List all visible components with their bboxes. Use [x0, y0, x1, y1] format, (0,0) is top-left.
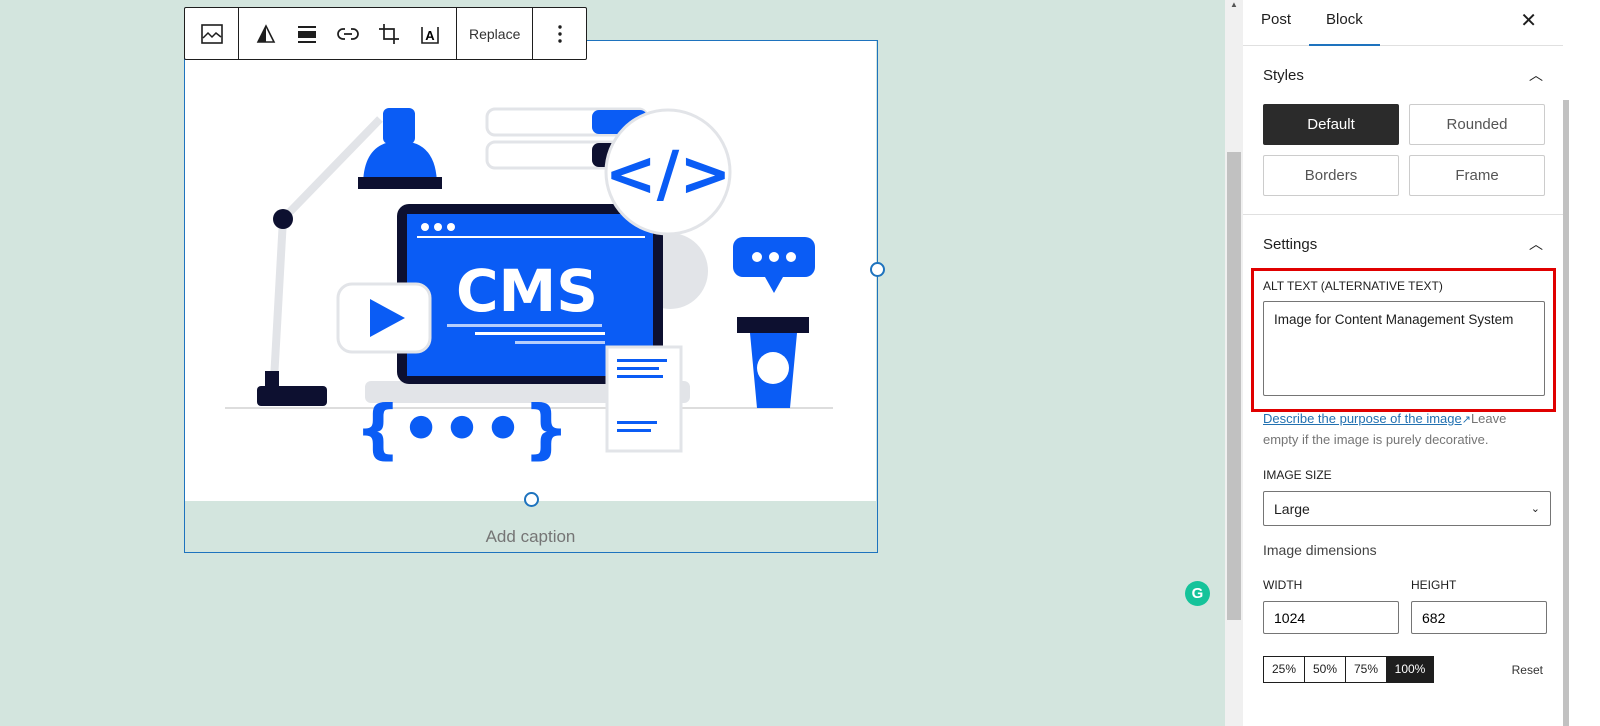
height-label: HEIGHT	[1411, 578, 1457, 592]
editor-canvas: CMS </> {•••} Add caption A Replace G	[0, 0, 1225, 726]
duotone-icon[interactable]	[245, 8, 286, 59]
align-icon[interactable]	[286, 8, 327, 59]
describe-purpose-link[interactable]: Describe the purpose of the image	[1263, 411, 1462, 426]
image-size-select[interactable]: Large ⌄	[1263, 491, 1551, 526]
block-toolbar: A Replace	[184, 7, 588, 60]
style-rounded[interactable]: Rounded	[1409, 104, 1545, 145]
chevron-up-icon[interactable]: ︿	[1529, 234, 1543, 254]
caption-input[interactable]: Add caption	[185, 527, 876, 547]
width-input[interactable]	[1263, 601, 1399, 634]
crop-icon[interactable]	[368, 8, 409, 59]
cms-illustration: CMS </> {•••}	[225, 107, 833, 467]
grammarly-icon[interactable]: G	[1185, 581, 1210, 606]
height-input[interactable]	[1411, 601, 1547, 634]
image[interactable]: CMS </> {•••}	[185, 41, 876, 501]
image-dimensions-label: Image dimensions	[1263, 542, 1377, 558]
chevron-down-icon: ⌄	[1530, 503, 1540, 515]
external-link-icon: ↗	[1461, 414, 1471, 426]
style-default[interactable]: Default	[1263, 104, 1399, 145]
scale-75[interactable]: 75%	[1346, 657, 1387, 682]
scale-25[interactable]: 25%	[1264, 657, 1305, 682]
alt-help: Describe the purpose of the image↗Leave …	[1263, 409, 1543, 450]
settings-title: Settings	[1263, 235, 1318, 253]
more-vertical-icon[interactable]	[539, 8, 580, 59]
svg-text:</>: </>	[605, 137, 732, 210]
scale-buttons: 25% 50% 75% 100%	[1263, 656, 1434, 683]
scale-50[interactable]: 50%	[1305, 657, 1346, 682]
tab-block[interactable]: Block	[1309, 0, 1380, 46]
resize-handle-bottom[interactable]	[524, 492, 539, 507]
styles-title: Styles	[1263, 66, 1304, 84]
resize-handle-right[interactable]	[870, 262, 885, 277]
style-frame[interactable]: Frame	[1409, 155, 1545, 196]
close-icon[interactable]: ✕	[1520, 8, 1537, 33]
sidebar-scrollbar[interactable]	[1563, 0, 1600, 726]
image-block[interactable]: CMS </> {•••} Add caption	[184, 40, 878, 553]
scale-100[interactable]: 100%	[1387, 657, 1433, 682]
text-overlay-icon[interactable]: A	[409, 8, 450, 59]
alt-text-highlight	[1251, 268, 1556, 412]
width-label: WIDTH	[1263, 578, 1303, 592]
image-size-label: IMAGE SIZE	[1263, 468, 1332, 482]
illustration-text: CMS	[456, 257, 598, 325]
image-size-value: Large	[1274, 500, 1310, 517]
link-icon[interactable]	[327, 8, 368, 59]
tab-post[interactable]: Post	[1243, 0, 1307, 46]
chevron-up-icon[interactable]: ︿	[1529, 65, 1543, 85]
style-borders[interactable]: Borders	[1263, 155, 1399, 196]
editor-scrollbar[interactable]: ▲	[1225, 0, 1243, 726]
svg-text:{•••}: {•••}	[355, 393, 569, 467]
svg-text:A: A	[425, 28, 435, 43]
reset-button[interactable]: Reset	[1512, 663, 1543, 677]
image-icon[interactable]	[191, 8, 232, 59]
styles-panel: Styles ︿ Default Rounded Borders Frame	[1243, 46, 1563, 215]
replace-button[interactable]: Replace	[461, 8, 528, 59]
